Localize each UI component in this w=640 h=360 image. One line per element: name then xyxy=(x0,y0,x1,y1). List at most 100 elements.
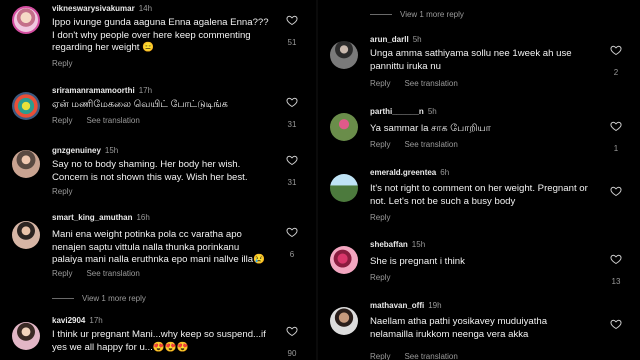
comment-meta: mathavan_offi 19h xyxy=(370,301,442,310)
comment-actions: Reply xyxy=(370,273,404,282)
username[interactable]: emerald.greentea xyxy=(370,168,436,177)
see-translation-button[interactable]: See translation xyxy=(404,140,457,149)
comment-text: Ippo ivunge gunda aaguna Enna agalena En… xyxy=(52,17,269,55)
reply-button[interactable]: Reply xyxy=(370,79,390,88)
avatar[interactable] xyxy=(330,307,358,335)
heart-outline-icon[interactable] xyxy=(286,226,298,238)
like-count: 6 xyxy=(289,250,295,259)
comments-column-right: View 1 more reply arun_darll 5h Unga amma… xyxy=(318,0,640,360)
avatar[interactable] xyxy=(330,113,358,141)
like-control[interactable] xyxy=(606,317,626,335)
avatar[interactable] xyxy=(12,322,40,350)
reply-button[interactable]: Reply xyxy=(52,116,72,125)
timestamp: 15h xyxy=(104,146,119,155)
heart-outline-icon[interactable] xyxy=(610,120,622,132)
reply-button[interactable]: Reply xyxy=(370,140,390,149)
comment-meta: shebaffan 15h xyxy=(370,240,425,249)
avatar[interactable] xyxy=(12,6,40,34)
comment-line: Ippo ivunge gunda aaguna Enna agalena En… xyxy=(52,17,269,28)
reply-button[interactable]: Reply xyxy=(370,273,390,282)
like-control[interactable]: 1 xyxy=(606,119,626,153)
username[interactable]: arun_darll xyxy=(370,35,409,44)
avatar[interactable] xyxy=(330,174,358,202)
comment-line: Concern is not shown this way. Wish her … xyxy=(52,171,248,183)
like-control[interactable]: 90 xyxy=(282,324,302,358)
comment-item: smart_king_amuthan 16h Mani ena weight po… xyxy=(0,213,316,278)
comment-actions: Reply xyxy=(370,213,404,222)
heart-outline-icon[interactable] xyxy=(610,44,622,56)
comment-text: Mani ena weight potinka pola cc varatha … xyxy=(52,229,265,267)
username[interactable]: shebaffan xyxy=(370,240,408,249)
view-more-replies-label[interactable]: View 1 more reply xyxy=(400,10,464,19)
comment-text: I think ur pregnant Mani...why keep so s… xyxy=(52,329,266,354)
like-control[interactable]: 51 xyxy=(282,13,302,47)
timestamp: 15h xyxy=(411,240,426,249)
comment-meta: vikneswarysivakumar 14h xyxy=(52,4,152,13)
view-more-replies[interactable]: View 1 more reply xyxy=(370,10,464,19)
see-translation-button[interactable]: See translation xyxy=(404,79,457,88)
heart-outline-icon[interactable] xyxy=(286,14,298,26)
comment-line: I don't why people over here keep commen… xyxy=(52,29,251,41)
see-translation-button[interactable]: See translation xyxy=(86,269,139,278)
heart-outline-icon[interactable] xyxy=(610,253,622,265)
username[interactable]: smart_king_amuthan xyxy=(52,213,132,222)
timestamp: 14h xyxy=(138,4,153,13)
like-control[interactable]: 2 xyxy=(606,43,626,77)
thread-line xyxy=(370,14,392,16)
username[interactable]: kavi2904 xyxy=(52,316,85,325)
username[interactable]: gnzgenuiney xyxy=(52,146,101,155)
comment-line: nelamailla irukkom neenga vera akka xyxy=(370,328,529,340)
comment-text: Ya sammar la சாக போறியா xyxy=(370,123,491,136)
heart-outline-icon[interactable] xyxy=(286,154,298,166)
view-more-replies[interactable]: View 1 more reply xyxy=(52,294,146,303)
comment-meta: arun_darll 5h xyxy=(370,35,422,44)
comment-line: I think ur pregnant Mani...why keep so s… xyxy=(52,329,266,340)
comment-line: She is pregnant i think xyxy=(370,256,465,267)
comment-meta: smart_king_amuthan 16h xyxy=(52,213,150,222)
like-control[interactable]: 31 xyxy=(282,95,302,129)
comment-text: She is pregnant i think xyxy=(370,256,465,269)
timestamp: 5h xyxy=(412,35,422,44)
like-count: 31 xyxy=(287,178,297,187)
comment-line: ஏன் மணிமேகலை வெயிட் போட்டுடிங்க xyxy=(52,99,228,110)
comment-line: yes we all happy for u...😍😍😍 xyxy=(52,341,189,353)
username[interactable]: parthi______n xyxy=(370,107,424,116)
reply-button[interactable]: Reply xyxy=(52,59,72,68)
reply-button[interactable]: Reply xyxy=(370,213,390,222)
heart-outline-icon[interactable] xyxy=(286,325,298,337)
like-control[interactable]: 13 xyxy=(606,252,626,286)
reply-button[interactable]: Reply xyxy=(52,269,72,278)
see-translation-button[interactable]: See translation xyxy=(404,352,457,360)
comment-line: Ya sammar la சாக போறியா xyxy=(370,123,491,134)
username[interactable]: vikneswarysivakumar xyxy=(52,4,135,13)
heart-outline-icon[interactable] xyxy=(610,185,622,197)
reply-button[interactable]: Reply xyxy=(370,352,390,360)
like-count: 51 xyxy=(287,38,297,47)
avatar[interactable] xyxy=(12,221,40,249)
comment-actions: Reply See translation xyxy=(370,352,472,360)
comment-line: regarding her weight 😑 xyxy=(52,42,155,53)
heart-outline-icon[interactable] xyxy=(286,96,298,108)
heart-outline-icon[interactable] xyxy=(610,318,622,330)
avatar[interactable] xyxy=(330,246,358,274)
avatar[interactable] xyxy=(330,41,358,69)
avatar[interactable] xyxy=(12,150,40,178)
comment-meta: sriramanramamoorthi 17h xyxy=(52,86,152,95)
like-count: 1 xyxy=(613,144,619,153)
comment-meta: parthi______n 5h xyxy=(370,107,437,116)
view-more-replies-label[interactable]: View 1 more reply xyxy=(82,294,146,303)
like-control[interactable]: 31 xyxy=(282,153,302,187)
reply-button[interactable]: Reply xyxy=(52,187,72,196)
comment-item: arun_darll 5h Unga amma sathiyama sollu n… xyxy=(318,35,640,91)
comment-item: vikneswarysivakumar 14h Ippo ivunge gunda… xyxy=(0,4,316,68)
comment-meta: kavi2904 17h xyxy=(52,316,103,325)
username[interactable]: mathavan_offi xyxy=(370,301,424,310)
comment-text: Naellam atha pathi yosikavey muduiyatha … xyxy=(370,316,547,341)
like-control[interactable]: 6 xyxy=(282,225,302,259)
like-control[interactable] xyxy=(606,184,626,202)
username[interactable]: sriramanramamoorthi xyxy=(52,86,135,95)
avatar[interactable] xyxy=(12,92,40,120)
see-translation-button[interactable]: See translation xyxy=(86,116,139,125)
comment-item: parthi______n 5h Ya sammar la சாக போறியா … xyxy=(318,107,640,155)
timestamp: 19h xyxy=(428,301,442,310)
